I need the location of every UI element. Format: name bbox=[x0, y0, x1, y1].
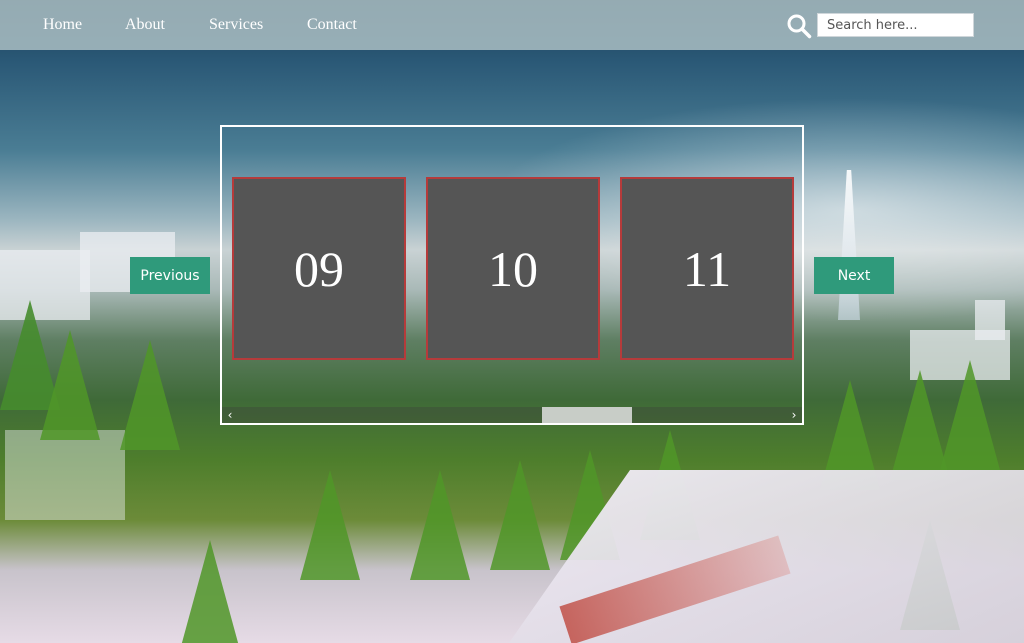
scroll-left-icon[interactable]: ‹ bbox=[222, 407, 238, 423]
carousel: 09 10 11 ‹ › bbox=[220, 125, 804, 425]
background-building bbox=[5, 430, 125, 520]
previous-button[interactable]: Previous bbox=[130, 257, 210, 294]
slide-number: 09 bbox=[294, 240, 344, 297]
scroll-right-icon[interactable]: › bbox=[786, 407, 802, 423]
nav-link-home[interactable]: Home bbox=[43, 16, 82, 34]
carousel-scrollbar[interactable]: ‹ › bbox=[222, 407, 802, 423]
background-tree bbox=[300, 470, 360, 580]
background-tower bbox=[838, 170, 860, 320]
background-building bbox=[975, 300, 1005, 340]
scrollbar-thumb[interactable] bbox=[542, 407, 632, 423]
nav-link-services[interactable]: Services bbox=[209, 16, 263, 34]
search-input[interactable] bbox=[817, 13, 974, 37]
nav-link-contact[interactable]: Contact bbox=[307, 16, 357, 34]
search-icon[interactable] bbox=[786, 13, 812, 39]
background-tree bbox=[940, 360, 1000, 470]
carousel-slide[interactable]: 10 bbox=[426, 177, 600, 360]
background-tree bbox=[120, 340, 180, 450]
slide-number: 11 bbox=[682, 240, 732, 297]
background-tree bbox=[490, 460, 550, 570]
nav-link-about[interactable]: About bbox=[125, 16, 165, 34]
carousel-slide[interactable]: 11 bbox=[620, 177, 794, 360]
slide-number: 10 bbox=[488, 240, 538, 297]
background-tree bbox=[180, 540, 240, 643]
top-navbar: Home About Services Contact bbox=[0, 0, 1024, 50]
next-button[interactable]: Next bbox=[814, 257, 894, 294]
carousel-slide[interactable]: 09 bbox=[232, 177, 406, 360]
background-tree bbox=[410, 470, 470, 580]
background-tree bbox=[40, 330, 100, 440]
